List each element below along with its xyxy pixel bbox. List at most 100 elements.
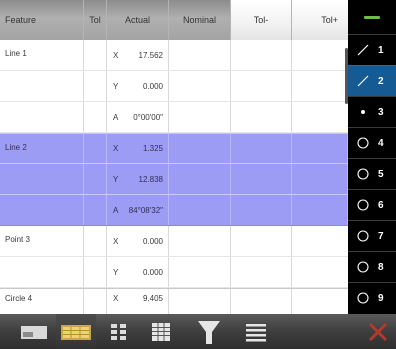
tol-minus-cell[interactable] — [231, 257, 292, 287]
data-grid-icon — [111, 323, 126, 340]
feature-name-cell: Circle 4 — [0, 289, 84, 314]
tol-plus-cell[interactable] — [292, 195, 348, 225]
table-row[interactable]: Circle 4 X 9.405 — [0, 288, 348, 314]
table-row[interactable]: A 0°00'00" — [0, 102, 348, 133]
feature-list-item[interactable]: 3 — [348, 96, 396, 127]
funnel-icon — [198, 320, 220, 344]
feature-number: 1 — [378, 44, 384, 56]
tol-plus-cell[interactable] — [292, 102, 348, 132]
feature-list-item[interactable]: 4 — [348, 127, 396, 158]
tol-plus-cell[interactable] — [292, 226, 348, 256]
tol-minus-cell[interactable] — [231, 195, 292, 225]
actual-value: 84°08'32" — [128, 205, 163, 215]
tol-cell — [84, 40, 107, 70]
single-view-icon — [21, 325, 47, 339]
tol-plus-cell[interactable] — [292, 257, 348, 287]
actual-cell: X 17.562 — [107, 40, 169, 70]
feature-list-item[interactable]: 5 — [348, 158, 396, 189]
table-row[interactable]: Line 1 X 17.562 — [0, 40, 348, 71]
tol-cell — [84, 71, 107, 101]
axis-label: A — [113, 205, 119, 215]
feature-name-cell — [0, 71, 84, 101]
feature-list-item[interactable]: 9 — [348, 282, 396, 313]
feature-list-item[interactable]: 1 — [348, 34, 396, 65]
tol-cell — [84, 226, 107, 256]
axis-label: X — [113, 144, 119, 153]
tol-plus-cell[interactable] — [292, 71, 348, 101]
table-row[interactable]: Point 3 X 0.000 — [0, 226, 348, 257]
list-view-button[interactable] — [240, 314, 272, 349]
feature-list-header[interactable] — [348, 0, 396, 34]
nominal-cell[interactable] — [169, 289, 231, 314]
nominal-cell[interactable] — [169, 164, 231, 194]
nominal-cell[interactable] — [169, 195, 231, 225]
circle-icon — [348, 260, 378, 274]
circle-icon — [348, 229, 378, 243]
line-icon — [348, 43, 378, 57]
drag-handle-icon — [364, 15, 380, 19]
bottom-toolbar — [0, 314, 396, 349]
column-header-feature[interactable]: Feature — [0, 0, 84, 40]
tol-plus-cell[interactable] — [292, 40, 348, 70]
delete-button[interactable] — [360, 314, 396, 349]
nominal-cell[interactable] — [169, 102, 231, 132]
column-header-actual[interactable]: Actual — [107, 0, 169, 40]
tol-plus-cell[interactable] — [292, 164, 348, 194]
filter-button[interactable] — [192, 314, 226, 349]
feature-list-item[interactable]: 7 — [348, 220, 396, 251]
column-header-tol-minus[interactable]: Tol- — [231, 0, 292, 40]
column-header-tol-plus[interactable]: Tol+ — [292, 0, 348, 40]
tol-minus-cell[interactable] — [231, 164, 292, 194]
feature-list-item[interactable]: 6 — [348, 189, 396, 220]
table-row[interactable]: Y 0.000 — [0, 257, 348, 288]
nominal-cell[interactable] — [169, 134, 231, 163]
data-grid-button[interactable] — [104, 314, 134, 349]
tol-minus-cell[interactable] — [231, 40, 292, 70]
table-row[interactable]: Y 0.000 — [0, 71, 348, 102]
actual-cell: X 1.325 — [107, 134, 169, 163]
circle-icon — [348, 198, 378, 212]
axis-label: A — [113, 112, 119, 122]
actual-cell: A 84°08'32" — [107, 195, 169, 225]
actual-value: 0.000 — [142, 236, 163, 246]
tol-minus-cell[interactable] — [231, 71, 292, 101]
tol-cell — [84, 195, 107, 225]
table-row-selected[interactable]: A 84°08'32" — [0, 195, 348, 226]
circle-icon — [348, 291, 378, 305]
feature-list-item[interactable]: 8 — [348, 251, 396, 282]
feature-name-cell — [0, 102, 84, 132]
feature-name-cell: Line 2 — [0, 134, 84, 163]
tol-minus-cell[interactable] — [231, 226, 292, 256]
table-view-button[interactable] — [56, 314, 96, 349]
tol-plus-cell[interactable] — [292, 134, 348, 163]
tol-plus-cell[interactable] — [292, 289, 348, 314]
tol-minus-cell[interactable] — [231, 134, 292, 163]
spreadsheet-button[interactable] — [146, 314, 176, 349]
column-header-nominal[interactable]: Nominal — [169, 0, 231, 40]
circle-icon — [348, 136, 378, 150]
tol-cell — [84, 257, 107, 287]
table-row-selected[interactable]: Y 12.838 — [0, 164, 348, 195]
tol-cell — [84, 102, 107, 132]
line-icon — [348, 74, 378, 88]
feature-number: 7 — [378, 230, 384, 242]
tol-minus-cell[interactable] — [231, 102, 292, 132]
nominal-cell[interactable] — [169, 226, 231, 256]
actual-value: 0.000 — [142, 81, 163, 91]
nominal-cell[interactable] — [169, 40, 231, 70]
tol-cell — [84, 289, 107, 314]
axis-label: X — [113, 294, 119, 303]
single-view-button[interactable] — [14, 314, 54, 349]
spreadsheet-icon — [152, 322, 170, 341]
nominal-cell[interactable] — [169, 71, 231, 101]
actual-cell: X 0.000 — [107, 226, 169, 256]
feature-list-item-active[interactable]: 2 — [348, 65, 396, 96]
tol-cell — [84, 164, 107, 194]
column-header-tol[interactable]: Tol — [84, 0, 107, 40]
table-row-selected[interactable]: Line 2 X 1.325 — [0, 133, 348, 164]
table-view-icon — [61, 324, 91, 340]
feature-number: 4 — [378, 137, 384, 149]
actual-value: 9.405 — [142, 294, 163, 303]
tol-minus-cell[interactable] — [231, 289, 292, 314]
nominal-cell[interactable] — [169, 257, 231, 287]
